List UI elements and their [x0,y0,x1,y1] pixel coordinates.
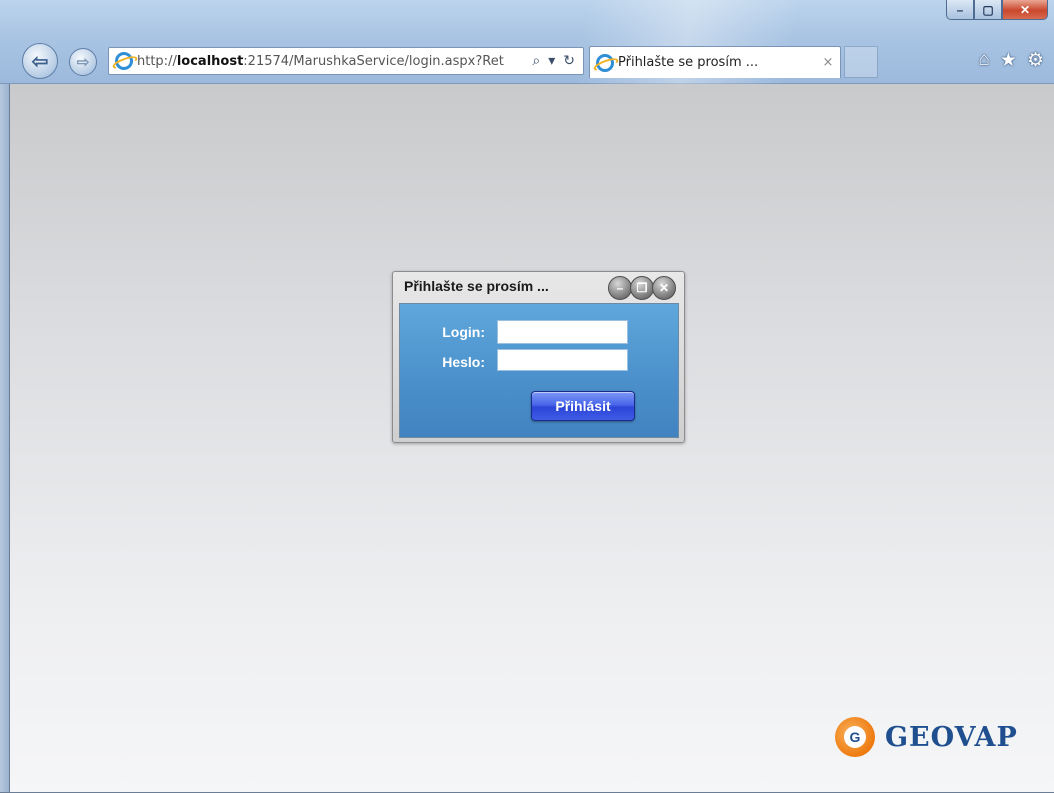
tab-label: Přihlašte se prosím ... [618,55,759,70]
ie-tab-icon [596,53,614,72]
password-input[interactable] [497,349,628,371]
window-left-border [0,84,9,793]
window-maximize-button[interactable]: ▢ [974,0,1002,20]
back-button[interactable]: ⇦ [22,43,58,79]
dialog-close-button[interactable]: ✕ [652,276,676,300]
login-submit-button[interactable]: Přihlásit [531,391,635,421]
gear-icon[interactable]: ⚙ [1027,49,1044,72]
dialog-body: Login: Heslo: Přihlásit [399,303,679,438]
url-path: :21574/MarushkaService/login.aspx?Ret [243,53,504,69]
login-dialog: Přihlašte se prosím ... – ❐ ✕ Login: Hes… [392,271,685,443]
forward-arrow-icon: ⇨ [76,54,90,71]
url-host: localhost [176,53,244,69]
login-label: Login: [442,324,485,340]
login-input[interactable] [497,320,628,344]
browser-toolbar: ⌂ ★ ⚙ [978,49,1044,72]
geovap-logo: G GEOVAP [835,717,1018,757]
browser-frame: – ▢ ✕ ⇦ ⇨ http://localhost:21574/Marushk… [0,0,1054,84]
geovap-logo-icon: G [835,717,875,757]
dialog-restore-button[interactable]: ❐ [630,276,654,300]
search-icon[interactable]: ⌕ [532,53,540,69]
address-tools: ⌕ ▾ ↻ [524,53,583,69]
dialog-minimize-button[interactable]: – [608,276,632,300]
logo-mark-letter: G [844,726,866,748]
url-scheme: http:// [137,53,177,69]
dropdown-icon[interactable]: ▾ [548,53,555,69]
tab-login[interactable]: Přihlašte se prosím ... × [589,46,841,78]
dialog-controls: – ❐ ✕ [608,276,676,300]
refresh-icon[interactable]: ↻ [563,53,575,69]
window-close-button[interactable]: ✕ [1002,0,1048,20]
window-controls: – ▢ ✕ [946,0,1048,20]
address-bar[interactable]: http://localhost:21574/MarushkaService/l… [108,47,584,75]
new-tab-button[interactable] [844,46,878,78]
favorites-icon[interactable]: ★ [1000,49,1017,72]
logo-text: GEOVAP [885,721,1018,753]
home-icon[interactable]: ⌂ [978,49,989,72]
url-text[interactable]: http://localhost:21574/MarushkaService/l… [137,54,524,69]
back-arrow-icon: ⇦ [31,50,49,73]
dialog-title: Přihlašte se prosím ... [404,278,549,294]
password-label: Heslo: [442,354,485,370]
tab-close-icon[interactable]: × [816,55,840,70]
forward-button[interactable]: ⇨ [69,48,97,76]
ie-page-icon [115,52,133,70]
window-minimize-button[interactable]: – [946,0,974,20]
